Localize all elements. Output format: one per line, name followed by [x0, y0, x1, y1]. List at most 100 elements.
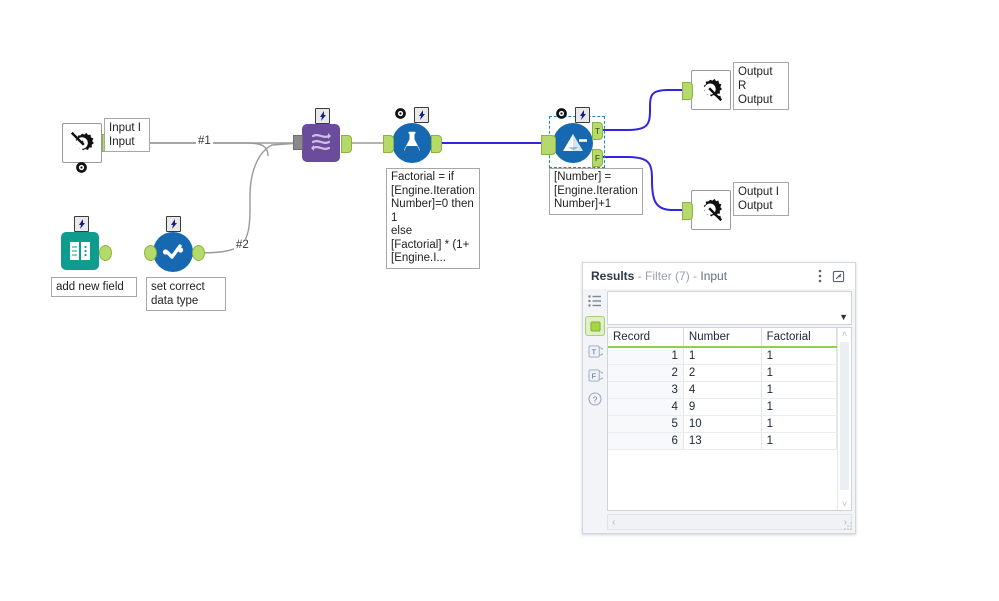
cell-factorial: 1	[761, 432, 837, 450]
tool-macro-output-r[interactable]	[682, 70, 731, 110]
results-table[interactable]: Record Number Factorial 1 1 1 2 2 1 3 4 …	[608, 328, 837, 450]
text-input-output-anchor[interactable]	[99, 245, 112, 261]
svg-text:T: T	[591, 347, 596, 356]
gear-arrow-in-icon	[70, 131, 94, 151]
iterative-macro-input-anchor[interactable]	[293, 135, 303, 150]
f-anchor-icon[interactable]: F	[586, 366, 604, 384]
check-circle-icon	[162, 244, 184, 259]
results-title-main: Results	[591, 269, 635, 283]
column-header-factorial[interactable]: Factorial	[761, 328, 837, 348]
results-message-pane[interactable]: ▼	[607, 291, 852, 325]
table-row[interactable]: 1 1 1	[608, 347, 837, 365]
results-grid[interactable]: Record Number Factorial 1 1 1 2 2 1 3 4 …	[608, 328, 837, 510]
column-header-number[interactable]: Number	[683, 328, 762, 348]
iterative-macro-output-anchor[interactable]	[341, 135, 352, 153]
scroll-up-arrow-icon[interactable]: ˄	[838, 328, 851, 340]
results-title-tool: - Filter (7) -	[637, 269, 698, 283]
message-pane-caret-icon[interactable]: ▼	[839, 313, 848, 322]
select-output-anchor[interactable]	[192, 245, 205, 261]
cell-factorial: 1	[761, 398, 837, 416]
cell-number: 4	[683, 381, 762, 399]
cell-record: 5	[608, 415, 684, 433]
table-row[interactable]: 3 4 1	[608, 381, 837, 399]
macro-output-i-input-anchor[interactable]	[682, 202, 693, 220]
loop-arrows-icon	[311, 133, 331, 151]
list-icon[interactable]	[586, 292, 604, 310]
filter-false-anchor[interactable]: F	[592, 149, 603, 167]
cell-number: 1	[683, 347, 762, 365]
results-grid-wrapper[interactable]: Record Number Factorial 1 1 1 2 2 1 3 4 …	[607, 327, 852, 511]
connection-label-1: #1	[196, 135, 213, 147]
formula-input-anchor[interactable]	[383, 135, 394, 153]
config-gear-badge-formula-icon	[395, 108, 406, 119]
connection-label-2: #2	[234, 239, 251, 251]
cell-record: 2	[608, 364, 684, 382]
tool-text-input[interactable]	[61, 216, 112, 270]
table-row[interactable]: 5 10 1	[608, 415, 837, 433]
help-icon[interactable]: ?	[586, 390, 604, 408]
results-horizontal-scrollbar[interactable]: ‹ ›	[607, 514, 852, 530]
tool-macro-input[interactable]	[62, 123, 113, 173]
svg-text:?: ?	[593, 394, 598, 404]
input-anchor-icon[interactable]	[585, 316, 605, 336]
results-vertical-scrollbar[interactable]: ˄ ˅	[837, 328, 851, 510]
tool-select[interactable]	[144, 216, 205, 272]
tool-iterative-macro[interactable]	[293, 108, 352, 162]
filter-true-anchor[interactable]: T	[592, 122, 603, 140]
scroll-left-arrow-icon[interactable]: ‹	[612, 517, 615, 528]
config-gear-badge-filter-icon	[556, 108, 567, 119]
lightning-badge-select	[166, 216, 181, 232]
cell-number: 2	[683, 364, 762, 382]
select-icon-box[interactable]	[153, 232, 193, 272]
annotation-macro-output-r: Output R Output	[733, 62, 789, 110]
results-title: Results - Filter (7) - Input	[591, 269, 811, 283]
formula-icon-box[interactable]	[392, 123, 432, 163]
iterative-macro-icon-box[interactable]	[302, 124, 340, 162]
tool-macro-output-i[interactable]	[682, 190, 731, 230]
gear-arrow-out-icon	[703, 78, 723, 102]
cell-factorial: 1	[761, 415, 837, 433]
results-rail[interactable]: T F ?	[583, 289, 607, 533]
results-main: ▼ Record Number Factorial 1 1 1 2 2 1 3 …	[607, 289, 855, 533]
table-row[interactable]: 6 13 1	[608, 432, 837, 450]
lightning-badge-filter	[575, 107, 590, 123]
tool-formula[interactable]	[383, 107, 442, 163]
cell-record: 3	[608, 381, 684, 399]
resize-grip-icon[interactable]	[843, 521, 853, 531]
lightning-badge-iterative-macro	[315, 108, 330, 124]
results-body: T F ? ▼ Record Number Factorial 1 1 1 2 …	[583, 289, 855, 533]
kebab-menu-icon[interactable]	[811, 267, 829, 285]
macro-output-r-input-anchor[interactable]	[682, 82, 693, 100]
lightning-badge-text-input	[74, 216, 89, 232]
gear-arrow-out-icon	[703, 198, 723, 222]
table-row[interactable]: 4 9 1	[608, 398, 837, 416]
annotation-macro-output-i: Output I Output	[733, 182, 789, 216]
macro-output-r-icon-box[interactable]	[691, 70, 731, 110]
lightning-badge-formula	[414, 107, 429, 123]
filter-input-anchor[interactable]	[541, 135, 556, 155]
scroll-down-arrow-icon[interactable]: ˅	[838, 498, 851, 510]
config-gear-badge-icon	[76, 162, 87, 173]
workflow-canvas[interactable]: #1 #2 Input I Input add new field set co…	[0, 0, 999, 601]
pop-out-icon[interactable]	[829, 267, 847, 285]
annotation-formula: Factorial = if [Engine.Iteration Number]…	[386, 168, 480, 269]
cell-factorial: 1	[761, 347, 837, 365]
macro-output-i-icon-box[interactable]	[691, 190, 731, 230]
t-anchor-icon[interactable]: T	[586, 342, 604, 360]
annotation-filter: [Number] = [Engine.Iteration Number]+1	[549, 168, 643, 215]
vertical-scroll-thumb[interactable]	[840, 342, 849, 490]
formula-output-anchor[interactable]	[431, 135, 442, 153]
tool-filter[interactable]: T F	[541, 107, 605, 168]
table-row[interactable]: 2 2 1	[608, 364, 837, 382]
select-input-anchor[interactable]	[144, 245, 157, 261]
results-header: Results - Filter (7) - Input	[583, 263, 855, 289]
flask-icon	[403, 131, 421, 155]
results-window[interactable]: Results - Filter (7) - Input T F ? ▼ Rec…	[582, 262, 856, 534]
cell-number: 13	[683, 432, 762, 450]
text-input-icon-box[interactable]	[61, 232, 99, 270]
results-title-anchor: Input	[700, 269, 728, 283]
filter-false-label: F	[595, 153, 600, 163]
column-header-record[interactable]: Record	[608, 328, 684, 348]
macro-input-icon-box[interactable]	[62, 123, 102, 163]
annotation-select: set correct data type	[146, 277, 226, 311]
